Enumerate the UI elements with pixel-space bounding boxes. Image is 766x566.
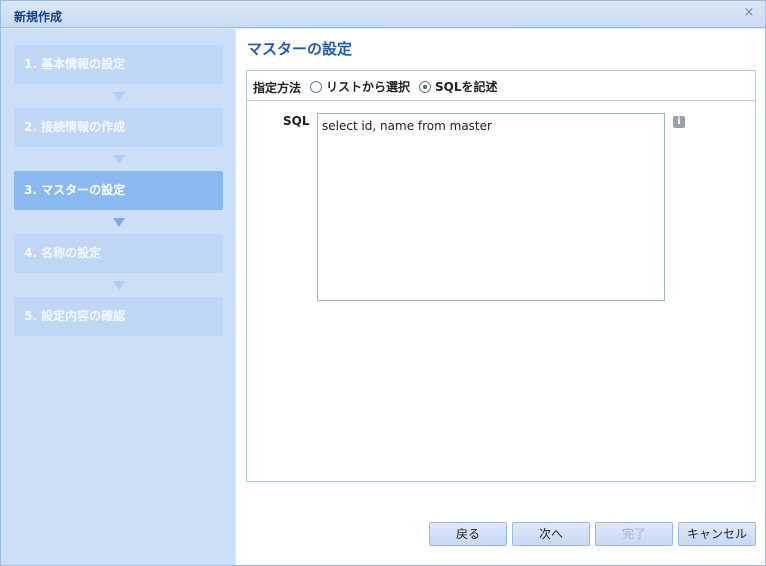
- step-name-settings[interactable]: 4. 名称の設定: [14, 234, 223, 273]
- radio-label-sql: SQLを記述: [435, 80, 498, 94]
- step-confirm-settings[interactable]: 5. 設定内容の確認: [14, 297, 223, 336]
- step-arrow-icon: [113, 155, 125, 164]
- cancel-button[interactable]: キャンセル: [678, 522, 756, 546]
- page-title: マスターの設定: [247, 40, 353, 58]
- title-bar: 新規作成 ×: [1, 1, 765, 28]
- method-label: 指定方法: [253, 81, 302, 95]
- method-selector: 指定方法 リストから選択 SQLを記述: [247, 71, 755, 101]
- step-arrow-icon: [113, 281, 125, 290]
- radio-sql-write[interactable]: SQLを記述: [419, 78, 498, 95]
- close-icon[interactable]: ×: [742, 6, 756, 20]
- dialog-title: 新規作成: [14, 10, 63, 24]
- step-arrow-icon: [113, 218, 125, 227]
- dialog-window: 新規作成 × 1. 基本情報の設定 2. 接続情報の作成 3. マスターの設定 …: [0, 0, 766, 566]
- radio-button-unchecked[interactable]: [310, 80, 322, 93]
- sql-textarea[interactable]: select id, name from master: [317, 113, 665, 301]
- sql-label: SQL: [283, 114, 310, 128]
- radio-list-select[interactable]: リストから選択: [310, 78, 410, 95]
- radio-label-list: リストから選択: [326, 80, 411, 94]
- main-content: マスターの設定 指定方法 リストから選択 SQLを記述 SQL select i…: [236, 29, 765, 565]
- step-basic-info[interactable]: 1. 基本情報の設定: [14, 45, 223, 84]
- step-connection-info[interactable]: 2. 接続情報の作成: [14, 108, 223, 147]
- back-button[interactable]: 戻る: [429, 522, 507, 546]
- next-button[interactable]: 次へ: [512, 522, 590, 546]
- step-master-settings[interactable]: 3. マスターの設定: [14, 171, 223, 210]
- finish-button[interactable]: 完了: [595, 522, 673, 546]
- info-icon[interactable]: i: [673, 116, 685, 128]
- radio-button-checked[interactable]: [419, 80, 431, 93]
- wizard-steps-sidebar: 1. 基本情報の設定 2. 接続情報の作成 3. マスターの設定 4. 名称の設…: [1, 29, 235, 565]
- settings-panel: 指定方法 リストから選択 SQLを記述 SQL select id, name …: [246, 70, 756, 482]
- step-arrow-icon: [113, 92, 125, 101]
